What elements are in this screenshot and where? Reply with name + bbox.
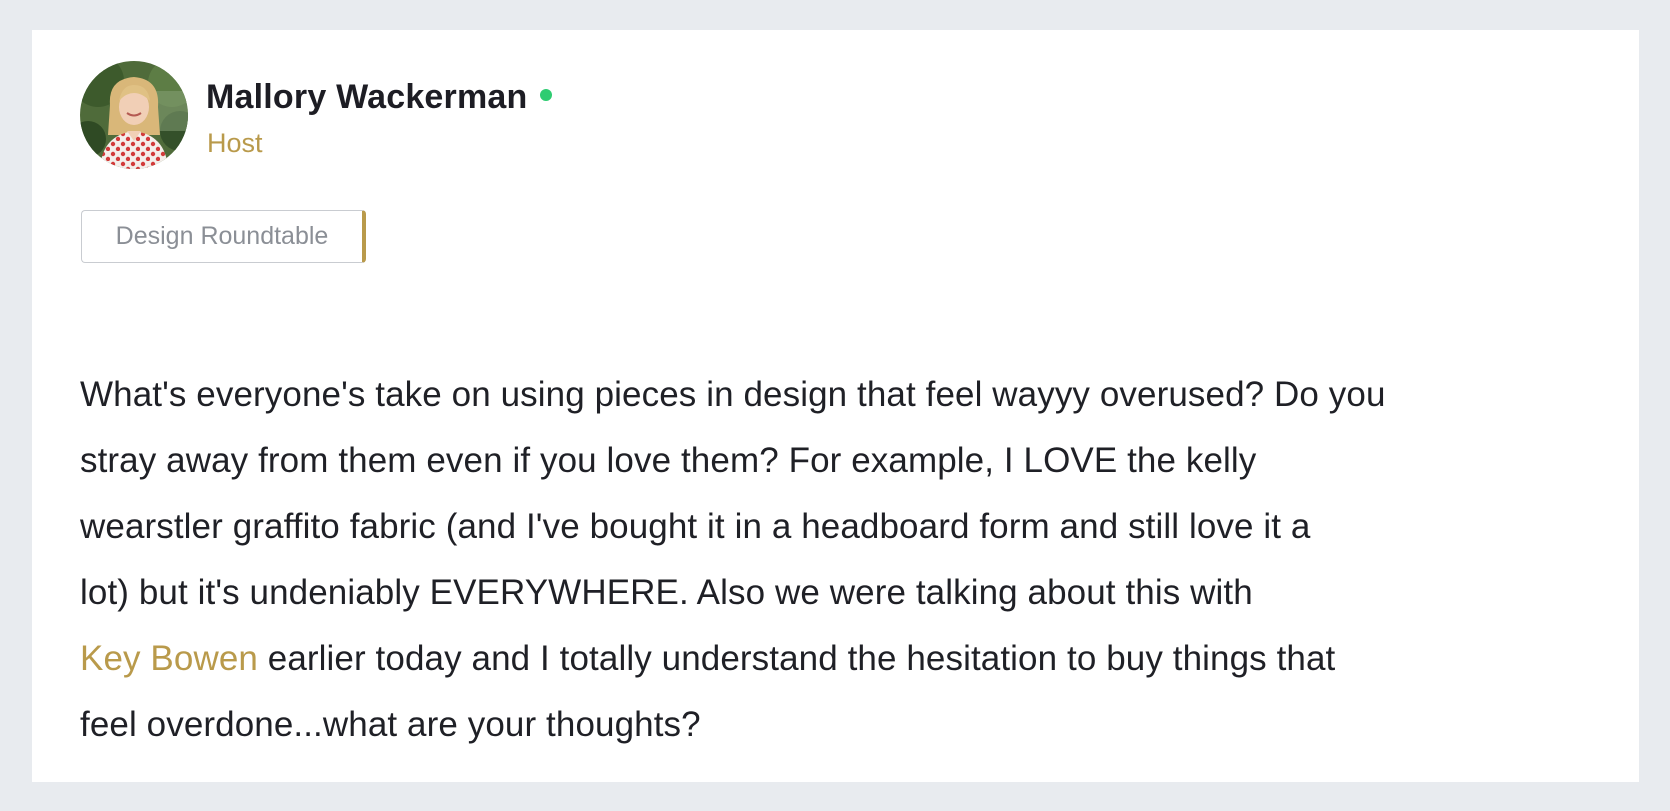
author-name-text[interactable]: Mallory Wackerman — [206, 78, 528, 116]
post-body-text: earlier today and I totally understand t… — [257, 639, 1336, 678]
category-tag[interactable]: Design Roundtable — [81, 210, 366, 263]
post-body-line: wearstler graffito fabric (and I've boug… — [80, 507, 1311, 546]
avatar-photo — [80, 61, 188, 169]
author-avatar[interactable] — [80, 61, 188, 169]
post-body-line: lot) but it's undeniably EVERYWHERE. Als… — [80, 573, 1253, 612]
online-status-icon — [539, 89, 552, 102]
post-body: What's everyone's take on using pieces i… — [80, 362, 1590, 758]
author-role: Host — [207, 128, 263, 158]
post-body-line: feel overdone...what are your thoughts? — [80, 705, 701, 744]
post-card: Mallory Wackerman Host Design Roundtable… — [32, 30, 1639, 782]
post-body-line: stray away from them even if you love th… — [80, 441, 1257, 480]
post-body-line: What's everyone's take on using pieces i… — [80, 375, 1386, 414]
user-mention-link[interactable]: Key Bowen — [80, 639, 258, 678]
author-name[interactable]: Mallory Wackerman — [206, 78, 552, 117]
post-body-line-with-mention: Key Bowen earlier today and I totally un… — [80, 626, 1590, 692]
